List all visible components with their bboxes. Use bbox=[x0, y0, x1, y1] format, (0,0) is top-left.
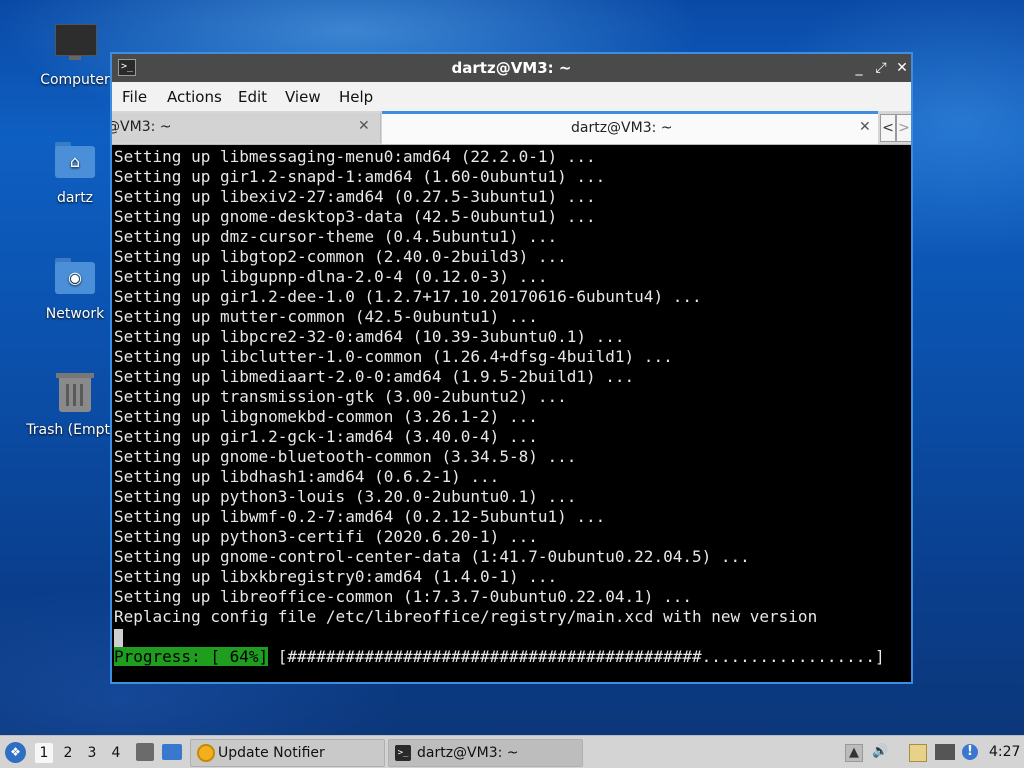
tab-scroll-left-button[interactable]: < bbox=[880, 114, 896, 142]
desktop-icon-home[interactable]: ⌂ dartz bbox=[27, 140, 123, 206]
trash-icon bbox=[53, 372, 97, 416]
minimize-button[interactable]: _ bbox=[850, 59, 868, 77]
tab-label: dartz@VM3: ~ bbox=[112, 119, 172, 135]
file-manager-icon[interactable] bbox=[136, 743, 154, 761]
terminal-line: Setting up gir1.2-snapd-1:amd64 (1.60-0u… bbox=[114, 167, 606, 186]
terminal-line: Setting up libgupnp-dlna-2.0-4 (0.12.0-3… bbox=[114, 267, 548, 286]
terminal-line: Setting up libreoffice-common (1:7.3.7-0… bbox=[114, 587, 692, 606]
menu-actions[interactable]: Actions bbox=[167, 88, 222, 106]
tab-terminal-1[interactable]: dartz@VM3: ~ ✕ bbox=[112, 113, 381, 143]
terminal-output[interactable]: Setting up libmessaging-menu0:amd64 (22.… bbox=[112, 145, 911, 682]
terminal-line: Setting up dmz-cursor-theme (0.4.5ubuntu… bbox=[114, 227, 558, 246]
terminal-line: Replacing config file /etc/libreoffice/r… bbox=[114, 607, 818, 626]
start-menu-icon[interactable]: ❖ bbox=[5, 742, 26, 763]
network-status-icon[interactable] bbox=[935, 744, 955, 760]
update-notifier-icon bbox=[197, 744, 215, 762]
task-terminal[interactable]: >_ dartz@VM3: ~ bbox=[388, 739, 583, 767]
workspace-4[interactable]: 4 bbox=[107, 743, 125, 763]
progress-label: Progress: [ 64%] bbox=[114, 647, 269, 666]
volume-icon[interactable]: 🔊 bbox=[872, 744, 888, 760]
task-label: dartz@VM3: ~ bbox=[417, 745, 519, 761]
terminal-line: Setting up libgnomekbd-common (3.26.1-2)… bbox=[114, 407, 538, 426]
terminal-line: Setting up libclutter-1.0-common (1.26.4… bbox=[114, 347, 673, 366]
tab-bar: dartz@VM3: ~ ✕ dartz@VM3: ~ ✕ < > bbox=[112, 111, 911, 145]
terminal-cursor-line bbox=[114, 627, 885, 647]
eject-icon[interactable]: ▲ bbox=[845, 744, 863, 762]
tab-label: dartz@VM3: ~ bbox=[571, 120, 673, 136]
terminal-line: Setting up libmessaging-menu0:amd64 (22.… bbox=[114, 147, 596, 166]
menu-edit[interactable]: Edit bbox=[238, 88, 267, 106]
window-title: dartz@VM3: ~ bbox=[451, 59, 572, 77]
menu-file[interactable]: File bbox=[122, 88, 147, 106]
taskbar: ❖ 1 2 3 4 Update Notifier >_ dartz@VM3: … bbox=[0, 735, 1024, 768]
terminal-line: Setting up libpcre2-32-0:amd64 (10.39-3u… bbox=[114, 327, 625, 346]
terminal-line: Setting up libexiv2-27:amd64 (0.27.5-3ub… bbox=[114, 187, 596, 206]
terminal-icon: >_ bbox=[395, 745, 411, 761]
close-button[interactable]: ✕ bbox=[893, 59, 911, 77]
desktop-icon-network[interactable]: ◉ Network bbox=[27, 256, 123, 322]
terminal-line: Setting up python3-louis (3.20.0-2ubuntu… bbox=[114, 487, 577, 506]
terminal-lines: Setting up libmessaging-menu0:amd64 (22.… bbox=[114, 147, 885, 667]
clock[interactable]: 4:27 bbox=[989, 736, 1020, 768]
clipboard-icon[interactable] bbox=[909, 744, 927, 762]
terminal-line: Setting up gir1.2-dee-1.0 (1.2.7+17.10.2… bbox=[114, 287, 702, 306]
terminal-line: Setting up transmission-gtk (3.00-2ubunt… bbox=[114, 387, 567, 406]
terminal-line: Setting up gnome-control-center-data (1:… bbox=[114, 547, 750, 566]
computer-icon bbox=[53, 22, 97, 66]
maximize-button[interactable]: ⤢ bbox=[872, 59, 890, 77]
terminal-line: Setting up libxkbregistry0:amd64 (1.4.0-… bbox=[114, 567, 558, 586]
menu-help[interactable]: Help bbox=[339, 88, 373, 106]
desktop-icon-label: Computer bbox=[40, 72, 110, 88]
menubar: File Actions Edit View Help bbox=[112, 82, 911, 112]
terminal-line: Setting up gir1.2-gck-1:amd64 (3.40.0-4)… bbox=[114, 427, 538, 446]
terminal-line: Setting up python3-certifi (2020.6.20-1)… bbox=[114, 527, 538, 546]
terminal-line: Setting up mutter-common (42.5-0ubuntu1)… bbox=[114, 307, 538, 326]
task-update-notifier[interactable]: Update Notifier bbox=[190, 739, 385, 767]
task-label: Update Notifier bbox=[218, 745, 325, 761]
workspace-3[interactable]: 3 bbox=[83, 743, 101, 763]
terminal-line: Setting up libdhash1:amd64 (0.6.2-1) ... bbox=[114, 467, 500, 486]
notification-icon[interactable]: ! bbox=[962, 744, 978, 760]
desktop-icon-computer[interactable]: Computer bbox=[27, 22, 123, 88]
terminal-line: Setting up libwmf-0.2-7:amd64 (0.2.12-5u… bbox=[114, 507, 606, 526]
workspace-1[interactable]: 1 bbox=[35, 743, 53, 763]
progress-bar: [#######################################… bbox=[268, 647, 885, 666]
terminal-line: Setting up gnome-desktop3-data (42.5-0ub… bbox=[114, 207, 596, 226]
tab-scroll-right-button[interactable]: > bbox=[896, 114, 911, 142]
workspace-2[interactable]: 2 bbox=[59, 743, 77, 763]
menu-view[interactable]: View bbox=[285, 88, 321, 106]
network-folder-icon: ◉ bbox=[53, 256, 97, 300]
terminal-cursor bbox=[114, 628, 123, 647]
tab-close-icon[interactable]: ✕ bbox=[358, 118, 370, 134]
terminal-line: Setting up libgtop2-common (2.40.0-2buil… bbox=[114, 247, 567, 266]
tab-close-icon[interactable]: ✕ bbox=[859, 119, 871, 135]
desktop-icon-label: Network bbox=[45, 306, 105, 322]
desktop-icon-label: dartz bbox=[56, 190, 94, 206]
tab-terminal-2[interactable]: dartz@VM3: ~ ✕ bbox=[382, 111, 878, 144]
window-titlebar[interactable]: >_ dartz@VM3: ~ _ ⤢ ✕ bbox=[112, 54, 911, 82]
terminal-line: Setting up gnome-bluetooth-common (3.34.… bbox=[114, 447, 577, 466]
terminal-window: >_ dartz@VM3: ~ _ ⤢ ✕ File Actions Edit … bbox=[110, 52, 913, 684]
home-folder-icon: ⌂ bbox=[53, 140, 97, 184]
progress-indicator: Progress: [ 64%] [######################… bbox=[114, 647, 885, 667]
show-desktop-icon[interactable] bbox=[162, 744, 182, 760]
terminal-line: Setting up libmediaart-2.0-0:amd64 (1.9.… bbox=[114, 367, 635, 386]
